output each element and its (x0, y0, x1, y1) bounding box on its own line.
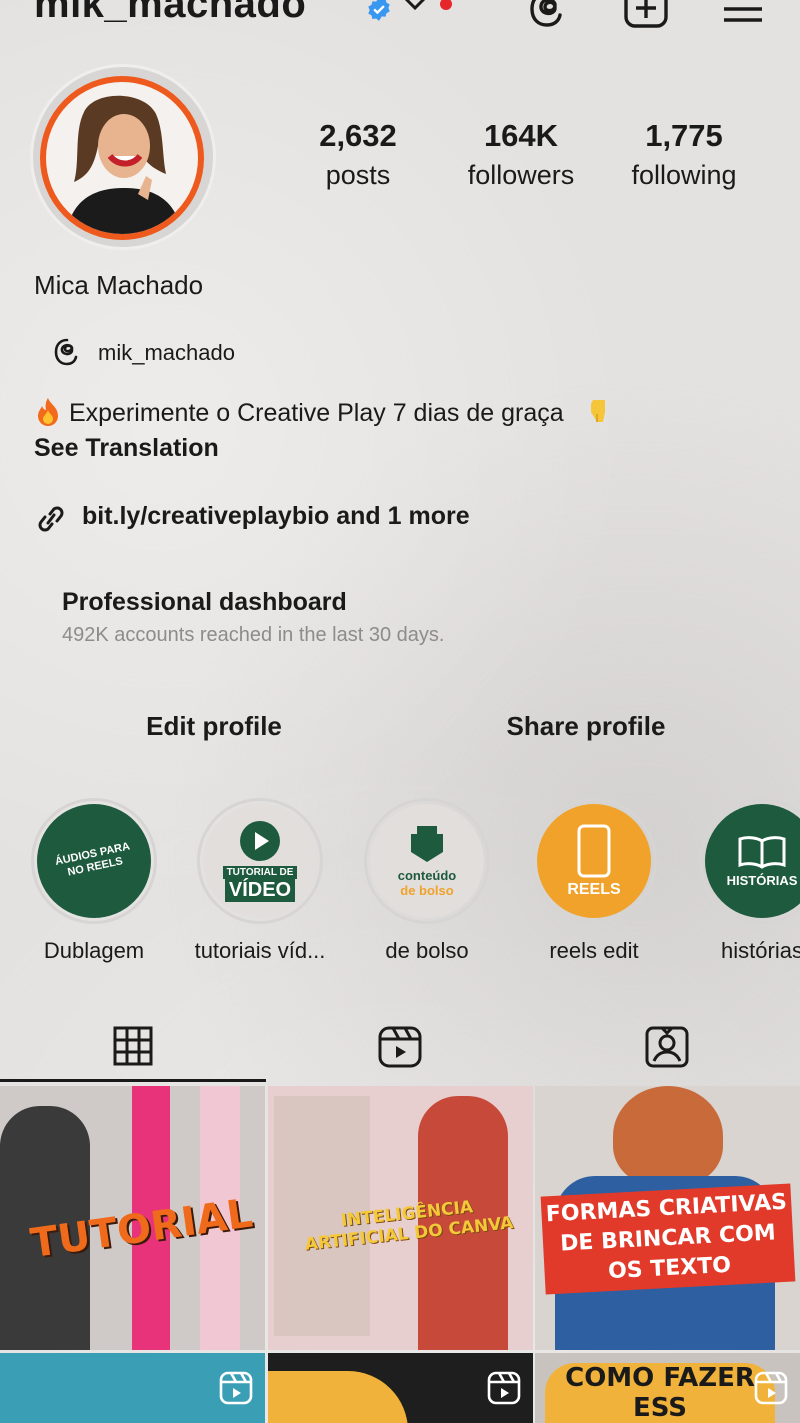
verified-badge-icon (368, 0, 390, 21)
following-stat[interactable]: 1,775 following (620, 118, 748, 191)
highlight-ring: ÁUDIOS PARA NO REELS (31, 798, 157, 924)
pointing-down-emoji-icon (590, 400, 605, 422)
highlight-dublagem[interactable]: ÁUDIOS PARA NO REELS Dublagem (14, 798, 174, 964)
grid-icon (113, 1026, 153, 1065)
following-count: 1,775 (645, 118, 723, 153)
followers-stat[interactable]: 164K followers (455, 118, 587, 191)
post-graphic (268, 1371, 408, 1423)
highlight-label: histórias (721, 938, 800, 963)
highlight-cover: REELS (537, 804, 651, 918)
post-thumbnail[interactable] (0, 1353, 265, 1423)
post-thumbnail[interactable]: INTELIGÊNCIA ARTIFICIAL DO CANVA (268, 1086, 533, 1350)
highlight-cover-text: conteúdo (397, 868, 457, 883)
tab-posts-grid[interactable] (0, 1012, 266, 1082)
book-icon (738, 835, 786, 869)
reel-indicator-icon (754, 1371, 788, 1405)
highlight-de-bolso[interactable]: conteúdo de bolso de bolso (347, 798, 507, 964)
play-icon (240, 821, 280, 861)
post-title: FORMAS CRIATIVAS DE BRINCAR COM OS TEXTO (540, 1183, 796, 1295)
post-title: COMO FAZER ESS (545, 1363, 775, 1423)
reels-icon (378, 1026, 422, 1068)
threads-icon[interactable] (52, 338, 82, 366)
notification-dot (440, 0, 452, 10)
highlight-label: tutoriais víd... (194, 938, 326, 963)
highlight-tutoriais[interactable]: TUTORIAL DE VÍDEO tutoriais víd... (180, 798, 340, 964)
see-translation-link[interactable]: See Translation (34, 434, 219, 463)
highlight-cover: ÁUDIOS PARA NO REELS (37, 804, 151, 918)
share-profile-button[interactable]: Share profile (406, 690, 766, 762)
phone-icon (577, 824, 611, 878)
highlight-cover-text-2: de bolso (400, 883, 454, 898)
followers-label: followers (467, 160, 575, 190)
highlight-label: de bolso (385, 938, 469, 963)
highlight-ring: TUTORIAL DE VÍDEO (197, 798, 323, 924)
avatar[interactable] (40, 76, 204, 240)
tab-tagged[interactable] (534, 1012, 800, 1082)
highlight-ring: HISTÓRIAS (699, 798, 800, 924)
highlight-historias[interactable]: HISTÓRIAS histórias (682, 798, 800, 964)
add-post-icon[interactable] (624, 0, 668, 28)
following-label: following (631, 160, 737, 190)
bio: Experimente o Creative Play 7 dias de gr… (34, 396, 613, 428)
threads-icon[interactable] (526, 0, 568, 30)
highlight-cover-text: HISTÓRIAS (726, 872, 798, 888)
highlight-cover-text: REELS (567, 881, 621, 898)
tab-reels[interactable] (267, 1012, 533, 1082)
professional-dashboard-subtitle: 492K accounts reached in the last 30 day… (62, 624, 445, 646)
posts-label: posts (325, 160, 391, 190)
post-person (613, 1086, 723, 1186)
reel-indicator-icon (219, 1371, 253, 1405)
highlight-label: reels edit (549, 938, 639, 963)
display-name: Mica Machado (34, 270, 204, 300)
pocket-icon (411, 826, 443, 862)
bio-text: Experimente o Creative Play 7 dias de gr… (68, 399, 564, 427)
post-thumbnail[interactable]: COMO FAZER ESS (535, 1353, 800, 1423)
highlight-label: Dublagem (43, 938, 145, 963)
professional-dashboard-title[interactable]: Professional dashboard (62, 588, 347, 617)
posts-count: 2,632 (319, 118, 397, 153)
highlight-cover-text: ÁUDIOS PARA NO REELS (54, 840, 132, 879)
post-thumbnail[interactable] (268, 1353, 533, 1423)
tagged-person-icon (645, 1026, 689, 1068)
posts-stat[interactable]: 2,632 posts (300, 118, 416, 191)
username[interactable]: mik_machado (34, 0, 306, 27)
highlight-reels-edit[interactable]: REELS reels edit (514, 798, 674, 964)
reel-indicator-icon (487, 1371, 521, 1405)
highlight-ring: conteúdo de bolso (364, 798, 490, 924)
highlight-cover: TUTORIAL DE VÍDEO (203, 804, 317, 918)
post-thumbnail[interactable]: FORMAS CRIATIVAS DE BRINCAR COM OS TEXTO (535, 1086, 800, 1350)
edit-profile-button[interactable]: Edit profile (34, 690, 394, 762)
link-icon (38, 506, 64, 532)
profile-photo (46, 82, 198, 234)
menu-icon[interactable] (722, 0, 764, 24)
highlight-cover-text: TUTORIAL DE (222, 866, 298, 879)
fire-emoji-icon (38, 398, 58, 426)
followers-count: 164K (483, 118, 559, 153)
highlight-cover-text-2: VÍDEO (224, 879, 296, 902)
chevron-down-icon[interactable] (402, 0, 428, 14)
bio-link[interactable]: bit.ly/creativeplaybio and 1 more (82, 502, 470, 531)
highlight-ring: REELS (531, 798, 657, 924)
post-thumbnail[interactable]: TUTORIAL (0, 1086, 265, 1350)
threads-handle[interactable]: mik_machado (98, 340, 235, 366)
highlight-cover: conteúdo de bolso (370, 804, 484, 918)
highlight-cover: HISTÓRIAS (705, 804, 800, 918)
